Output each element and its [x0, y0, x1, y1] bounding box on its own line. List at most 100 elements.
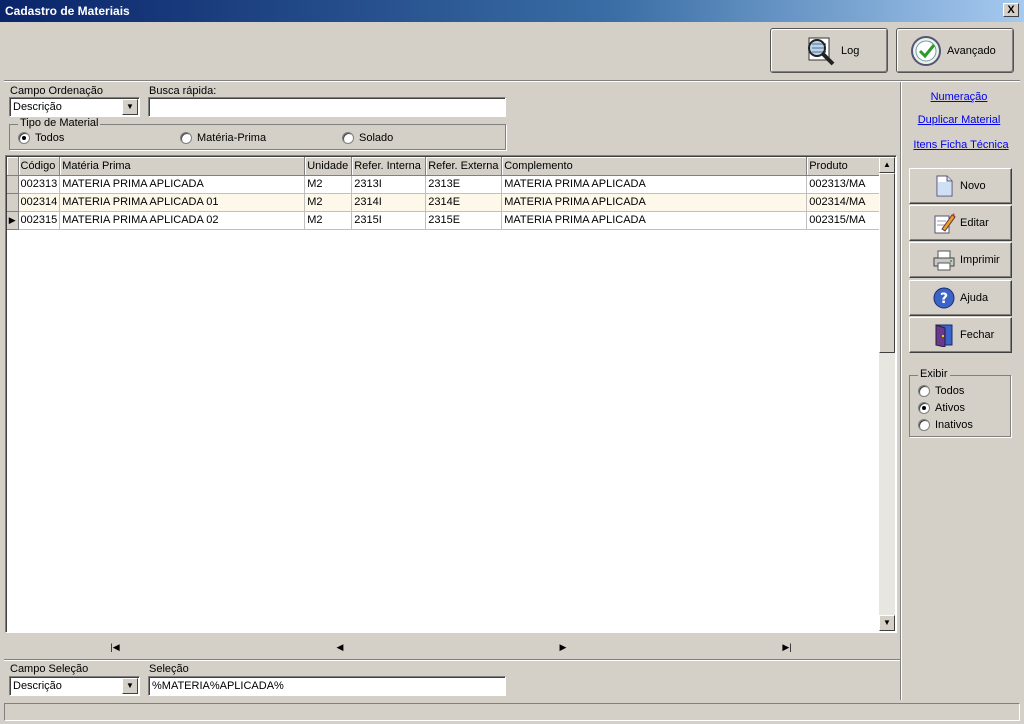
table-row[interactable]: 002313 MATERIA PRIMA APLICADA M2 2313I 2…	[7, 175, 883, 194]
cell-produto: 002315/MA	[806, 211, 883, 230]
cell-refer-interna: 2314I	[351, 193, 427, 212]
sidebar-divider	[900, 82, 902, 700]
table-row[interactable]: 002314 MATERIA PRIMA APLICADA 01 M2 2314…	[7, 193, 883, 212]
log-button[interactable]: Log	[770, 28, 888, 73]
order-field-value: Descrição	[13, 101, 62, 113]
cell-unidade: M2	[304, 193, 353, 212]
cell-materia-prima: MATERIA PRIMA APLICADA 01	[59, 193, 306, 212]
itens-ficha-tecnica-link[interactable]: Itens Ficha Técnica	[902, 139, 1020, 151]
scroll-thumb[interactable]	[879, 173, 895, 353]
window-titlebar: Cadastro de Materiais X	[0, 0, 1024, 22]
cell-refer-interna: 2315I	[351, 211, 427, 230]
new-document-icon	[936, 175, 953, 197]
selection-field-combo[interactable]: Descrição ▼	[9, 676, 140, 696]
cell-produto: 002314/MA	[806, 193, 883, 212]
nav-prior-button[interactable]: ◀	[330, 638, 350, 656]
cell-refer-externa: 2313E	[425, 175, 503, 194]
materials-grid[interactable]: Código Matéria Prima Unidade Refer. Inte…	[5, 155, 897, 633]
cell-refer-externa: 2315E	[425, 211, 503, 230]
advanced-button[interactable]: Avançado	[896, 28, 1014, 73]
column-header[interactable]: Matéria Prima	[59, 157, 306, 176]
show-inativos[interactable]: Inativos	[918, 419, 973, 431]
selection-input[interactable]: %MATERIA%APLICADA%	[148, 676, 506, 696]
chevron-down-icon[interactable]: ▼	[122, 99, 138, 115]
nav-last-button[interactable]: ▶|	[777, 638, 797, 656]
close-button[interactable]: Fechar	[909, 317, 1012, 353]
nav-next-button[interactable]: ▶	[553, 638, 573, 656]
material-type-materia-prima[interactable]: Matéria-Prima	[180, 132, 266, 144]
log-label: Log	[841, 44, 860, 57]
row-indicator	[7, 175, 19, 194]
print-label: Imprimir	[960, 254, 1000, 266]
material-type-title: Tipo de Material	[18, 117, 101, 129]
window-title: Cadastro de Materiais	[5, 4, 130, 18]
cell-unidade: M2	[304, 175, 353, 194]
status-bar	[4, 703, 1020, 721]
column-header[interactable]: Complemento	[501, 157, 808, 176]
order-field-label: Campo Ordenação	[10, 85, 103, 97]
grid-vertical-scrollbar[interactable]: ▲ ▼	[879, 157, 895, 631]
cell-complemento: MATERIA PRIMA APLICADA	[501, 193, 808, 212]
material-type-materia-prima-label: Matéria-Prima	[197, 132, 267, 144]
radio-selected-icon	[18, 132, 30, 144]
column-header[interactable]: Unidade	[304, 157, 353, 176]
advanced-label: Avançado	[947, 44, 996, 57]
indicator-header	[7, 157, 19, 176]
column-header[interactable]: Código	[18, 157, 61, 176]
navigator-divider	[4, 659, 900, 661]
selection-field-label: Campo Seleção	[10, 663, 89, 675]
numeracao-link[interactable]: Numeração	[900, 91, 1018, 103]
column-header[interactable]: Refer. Interna	[351, 157, 427, 176]
magnifier-log-icon	[808, 37, 835, 65]
order-field-combo[interactable]: Descrição ▼	[9, 97, 140, 117]
selection-field-value: Descrição	[13, 680, 62, 692]
cell-codigo: 002315	[18, 211, 61, 230]
column-header[interactable]: Produto	[806, 157, 883, 176]
column-header[interactable]: Refer. Externa	[425, 157, 503, 176]
show-inativos-label: Inativos	[935, 419, 973, 431]
nav-first-button[interactable]: |◀	[105, 638, 125, 656]
show-filter-title: Exibir	[918, 368, 950, 380]
table-row[interactable]: ▶ 002315 MATERIA PRIMA APLICADA 02 M2 23…	[7, 211, 883, 230]
material-type-solado[interactable]: Solado	[342, 132, 393, 144]
scroll-down-icon[interactable]: ▼	[879, 615, 895, 631]
help-label: Ajuda	[960, 292, 989, 304]
new-button[interactable]: Novo	[909, 168, 1012, 204]
scroll-up-icon[interactable]: ▲	[879, 157, 895, 173]
close-window-button[interactable]: X	[1003, 3, 1019, 17]
grid-header-row: Código Matéria Prima Unidade Refer. Inte…	[7, 157, 883, 176]
show-todos-label: Todos	[935, 385, 965, 397]
material-type-todos[interactable]: Todos	[18, 132, 64, 144]
new-label: Novo	[960, 180, 986, 192]
cell-produto: 002313/MA	[806, 175, 883, 194]
current-row-arrow-icon: ▶	[7, 211, 19, 230]
show-todos[interactable]: Todos	[918, 385, 964, 397]
radio-icon	[918, 419, 930, 431]
quick-search-input[interactable]	[148, 97, 506, 117]
material-type-todos-label: Todos	[35, 132, 65, 144]
svg-text:?: ?	[940, 291, 948, 307]
help-button[interactable]: ? Ajuda	[909, 280, 1012, 316]
cell-codigo: 002314	[18, 193, 61, 212]
radio-icon	[342, 132, 354, 144]
edit-button[interactable]: Editar	[909, 205, 1012, 241]
duplicar-material-link[interactable]: Duplicar Material	[900, 114, 1018, 126]
cell-refer-externa: 2314E	[425, 193, 503, 212]
selection-label: Seleção	[149, 663, 189, 675]
row-indicator	[7, 193, 19, 212]
show-ativos[interactable]: Ativos	[918, 402, 965, 414]
show-filter-group: Exibir Todos Ativos Inativos	[909, 368, 1011, 437]
materials-table: Código Matéria Prima Unidade Refer. Inte…	[7, 157, 883, 230]
radio-icon	[180, 132, 192, 144]
toolbar-divider	[4, 80, 1020, 82]
radio-selected-icon	[918, 402, 930, 414]
chevron-down-icon[interactable]: ▼	[122, 678, 138, 694]
radio-icon	[918, 385, 930, 397]
show-ativos-label: Ativos	[935, 402, 965, 414]
cell-materia-prima: MATERIA PRIMA APLICADA 02	[59, 211, 306, 230]
print-button[interactable]: Imprimir	[909, 242, 1012, 278]
cell-materia-prima: MATERIA PRIMA APLICADA	[59, 175, 306, 194]
grid-navigator: |◀ ◀ ▶ ▶|	[5, 636, 897, 658]
cell-codigo: 002313	[18, 175, 61, 194]
help-question-icon: ?	[933, 287, 955, 309]
